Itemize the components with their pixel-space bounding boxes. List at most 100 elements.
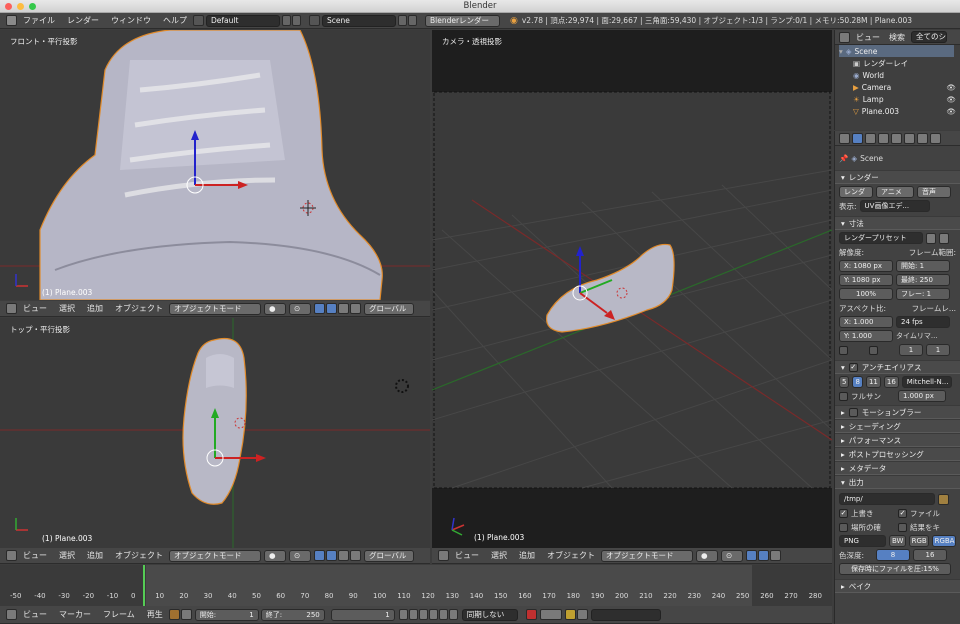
remove-preset-icon[interactable] <box>939 232 949 244</box>
editor-type-icon[interactable] <box>839 132 850 144</box>
frame-step-field[interactable]: フレー: 1 <box>896 288 950 300</box>
screen-layout-icon[interactable] <box>193 15 204 26</box>
aa-filter-select[interactable]: Mitchell-N... <box>901 376 952 388</box>
file-extensions-checkbox[interactable]: ✓ <box>898 508 907 518</box>
overwrite-checkbox[interactable]: ✓ <box>839 508 848 518</box>
manipulator-toggle-icon[interactable] <box>314 303 325 314</box>
tree-item-world[interactable]: ◉ World <box>839 69 960 81</box>
menu-frame[interactable]: フレーム <box>97 609 141 620</box>
translate-icon[interactable] <box>326 550 337 561</box>
pivot-select[interactable]: ⊙ <box>289 302 311 315</box>
remove-scene-icon[interactable] <box>408 15 417 26</box>
world-tab-icon[interactable] <box>891 132 902 144</box>
render-audio-button[interactable]: 音声 <box>917 186 951 198</box>
render-layers-tab-icon[interactable] <box>865 132 876 144</box>
compression-slider[interactable]: 保存時にファイルを圧:15% <box>839 563 951 575</box>
mode-select[interactable]: オブジェクトモード <box>169 549 261 562</box>
translate-icon[interactable] <box>758 550 769 561</box>
tree-item-plane[interactable]: ▽ Plane.003 👁 <box>839 105 960 117</box>
insert-keyframe-icon[interactable] <box>564 609 576 620</box>
menu-help[interactable]: ヘルプ <box>157 15 193 26</box>
border-checkbox[interactable] <box>839 345 848 355</box>
menu-select[interactable]: 選択 <box>53 303 81 314</box>
antialiasing-checkbox[interactable]: ✓ <box>848 362 858 372</box>
mode-select[interactable]: オブジェクトモード <box>169 302 261 315</box>
close-window-icon[interactable] <box>5 3 12 10</box>
editor-type-icon[interactable] <box>6 303 17 314</box>
pivot-select[interactable]: ⊙ <box>289 549 311 562</box>
frame-end-field[interactable]: 最終: 250 <box>896 274 950 286</box>
tree-item-lamp[interactable]: ☀ Lamp 👁 <box>839 93 960 105</box>
rotate-icon[interactable] <box>338 303 349 314</box>
scene-field[interactable]: Scene <box>322 14 396 27</box>
resolution-y-field[interactable]: Y: 1080 px <box>839 274 893 286</box>
pivot-select[interactable]: ⊙ <box>721 549 743 562</box>
play-icon[interactable] <box>428 609 438 620</box>
aspect-x-field[interactable]: X: 1.000 <box>839 316 893 328</box>
output-panel-header[interactable]: ▾ 出力 <box>835 475 960 489</box>
resolution-x-field[interactable]: X: 1080 px <box>839 260 893 272</box>
outliner-menu-view[interactable]: ビュー <box>853 32 883 43</box>
keying-set-select[interactable] <box>539 609 562 620</box>
shading-select[interactable]: ● <box>264 302 286 315</box>
minimize-window-icon[interactable] <box>17 3 24 10</box>
shading-select[interactable]: ● <box>264 549 286 562</box>
post-processing-panel-header[interactable]: ▸ ポストプロセッシング <box>835 447 960 461</box>
object-tab-icon[interactable] <box>904 132 915 144</box>
remove-layout-icon[interactable] <box>292 15 301 26</box>
motion-blur-panel-header[interactable]: ▸ モーションブラー <box>835 405 960 419</box>
output-path-field[interactable]: /tmp/ <box>839 493 935 505</box>
aa-samples-16[interactable]: 16 <box>883 376 899 388</box>
remap-new-field[interactable]: 1 <box>926 344 950 356</box>
render-panel-header[interactable]: ▾ レンダー <box>835 170 960 184</box>
menu-window[interactable]: ウィンドウ <box>105 15 157 26</box>
menu-playback[interactable]: 再生 <box>141 609 169 620</box>
shading-select[interactable]: ● <box>696 549 718 562</box>
outliner-menu-search[interactable]: 検索 <box>886 32 908 43</box>
scene-icon[interactable] <box>309 15 320 26</box>
display-select[interactable]: UV画像エデ... <box>859 200 930 212</box>
timeline[interactable] <box>0 565 832 606</box>
aa-samples-11[interactable]: 11 <box>865 376 881 388</box>
scene-tab-icon[interactable] <box>878 132 889 144</box>
color-mode-rgba[interactable]: RGBA <box>931 535 956 547</box>
aa-size-field[interactable]: 1.000 px <box>898 390 946 402</box>
auto-keying-icon[interactable] <box>525 609 537 620</box>
tree-item-camera[interactable]: ▶ Camera 👁 <box>839 81 960 93</box>
color-mode-rgb[interactable]: RGB <box>908 535 929 547</box>
rotate-icon[interactable] <box>770 550 781 561</box>
render-button[interactable]: レンダ <box>839 186 873 198</box>
orientation-select[interactable]: グローバル <box>364 549 414 562</box>
full-sample-checkbox[interactable] <box>839 391 848 401</box>
jump-end-icon[interactable] <box>448 609 458 620</box>
dimensions-panel-header[interactable]: ▾ 寸法 <box>835 216 960 230</box>
editor-type-icon[interactable] <box>438 550 449 561</box>
crop-checkbox[interactable] <box>869 345 878 355</box>
editor-type-icon[interactable] <box>6 609 17 620</box>
scale-icon[interactable] <box>350 550 361 561</box>
mode-select[interactable]: オブジェクトモード <box>601 549 693 562</box>
play-reverse-icon[interactable] <box>418 609 428 620</box>
visibility-icon[interactable]: 👁 <box>946 107 956 116</box>
menu-add[interactable]: 追加 <box>81 550 109 561</box>
preview-range-icon[interactable] <box>168 609 180 620</box>
delete-keyframe-icon[interactable] <box>576 609 588 620</box>
shading-panel-header[interactable]: ▸ シェーディング <box>835 419 960 433</box>
menu-marker[interactable]: マーカー <box>53 609 97 620</box>
current-frame-field[interactable]: 1 <box>330 608 395 621</box>
end-frame-field[interactable]: 終了: 250 <box>260 608 325 621</box>
menu-object[interactable]: オブジェクト <box>109 303 169 314</box>
menu-file[interactable]: ファイル <box>17 15 61 26</box>
visibility-icon[interactable]: 👁 <box>946 95 956 104</box>
rotate-icon[interactable] <box>338 550 349 561</box>
render-engine-select[interactable]: Blenderレンダー <box>425 14 500 27</box>
start-frame-field[interactable]: 開始: 1 <box>194 608 259 621</box>
menu-select[interactable]: 選択 <box>53 550 81 561</box>
manipulator-toggle-icon[interactable] <box>314 550 325 561</box>
menu-object[interactable]: オブジェクト <box>109 550 169 561</box>
render-tab-icon[interactable] <box>852 132 863 144</box>
color-mode-bw[interactable]: BW <box>889 535 906 547</box>
frame-start-field[interactable]: 開始: 1 <box>896 260 950 272</box>
tree-item-render-layers[interactable]: ▣ レンダーレイ <box>839 57 960 69</box>
performance-panel-header[interactable]: ▸ パフォーマンス <box>835 433 960 447</box>
